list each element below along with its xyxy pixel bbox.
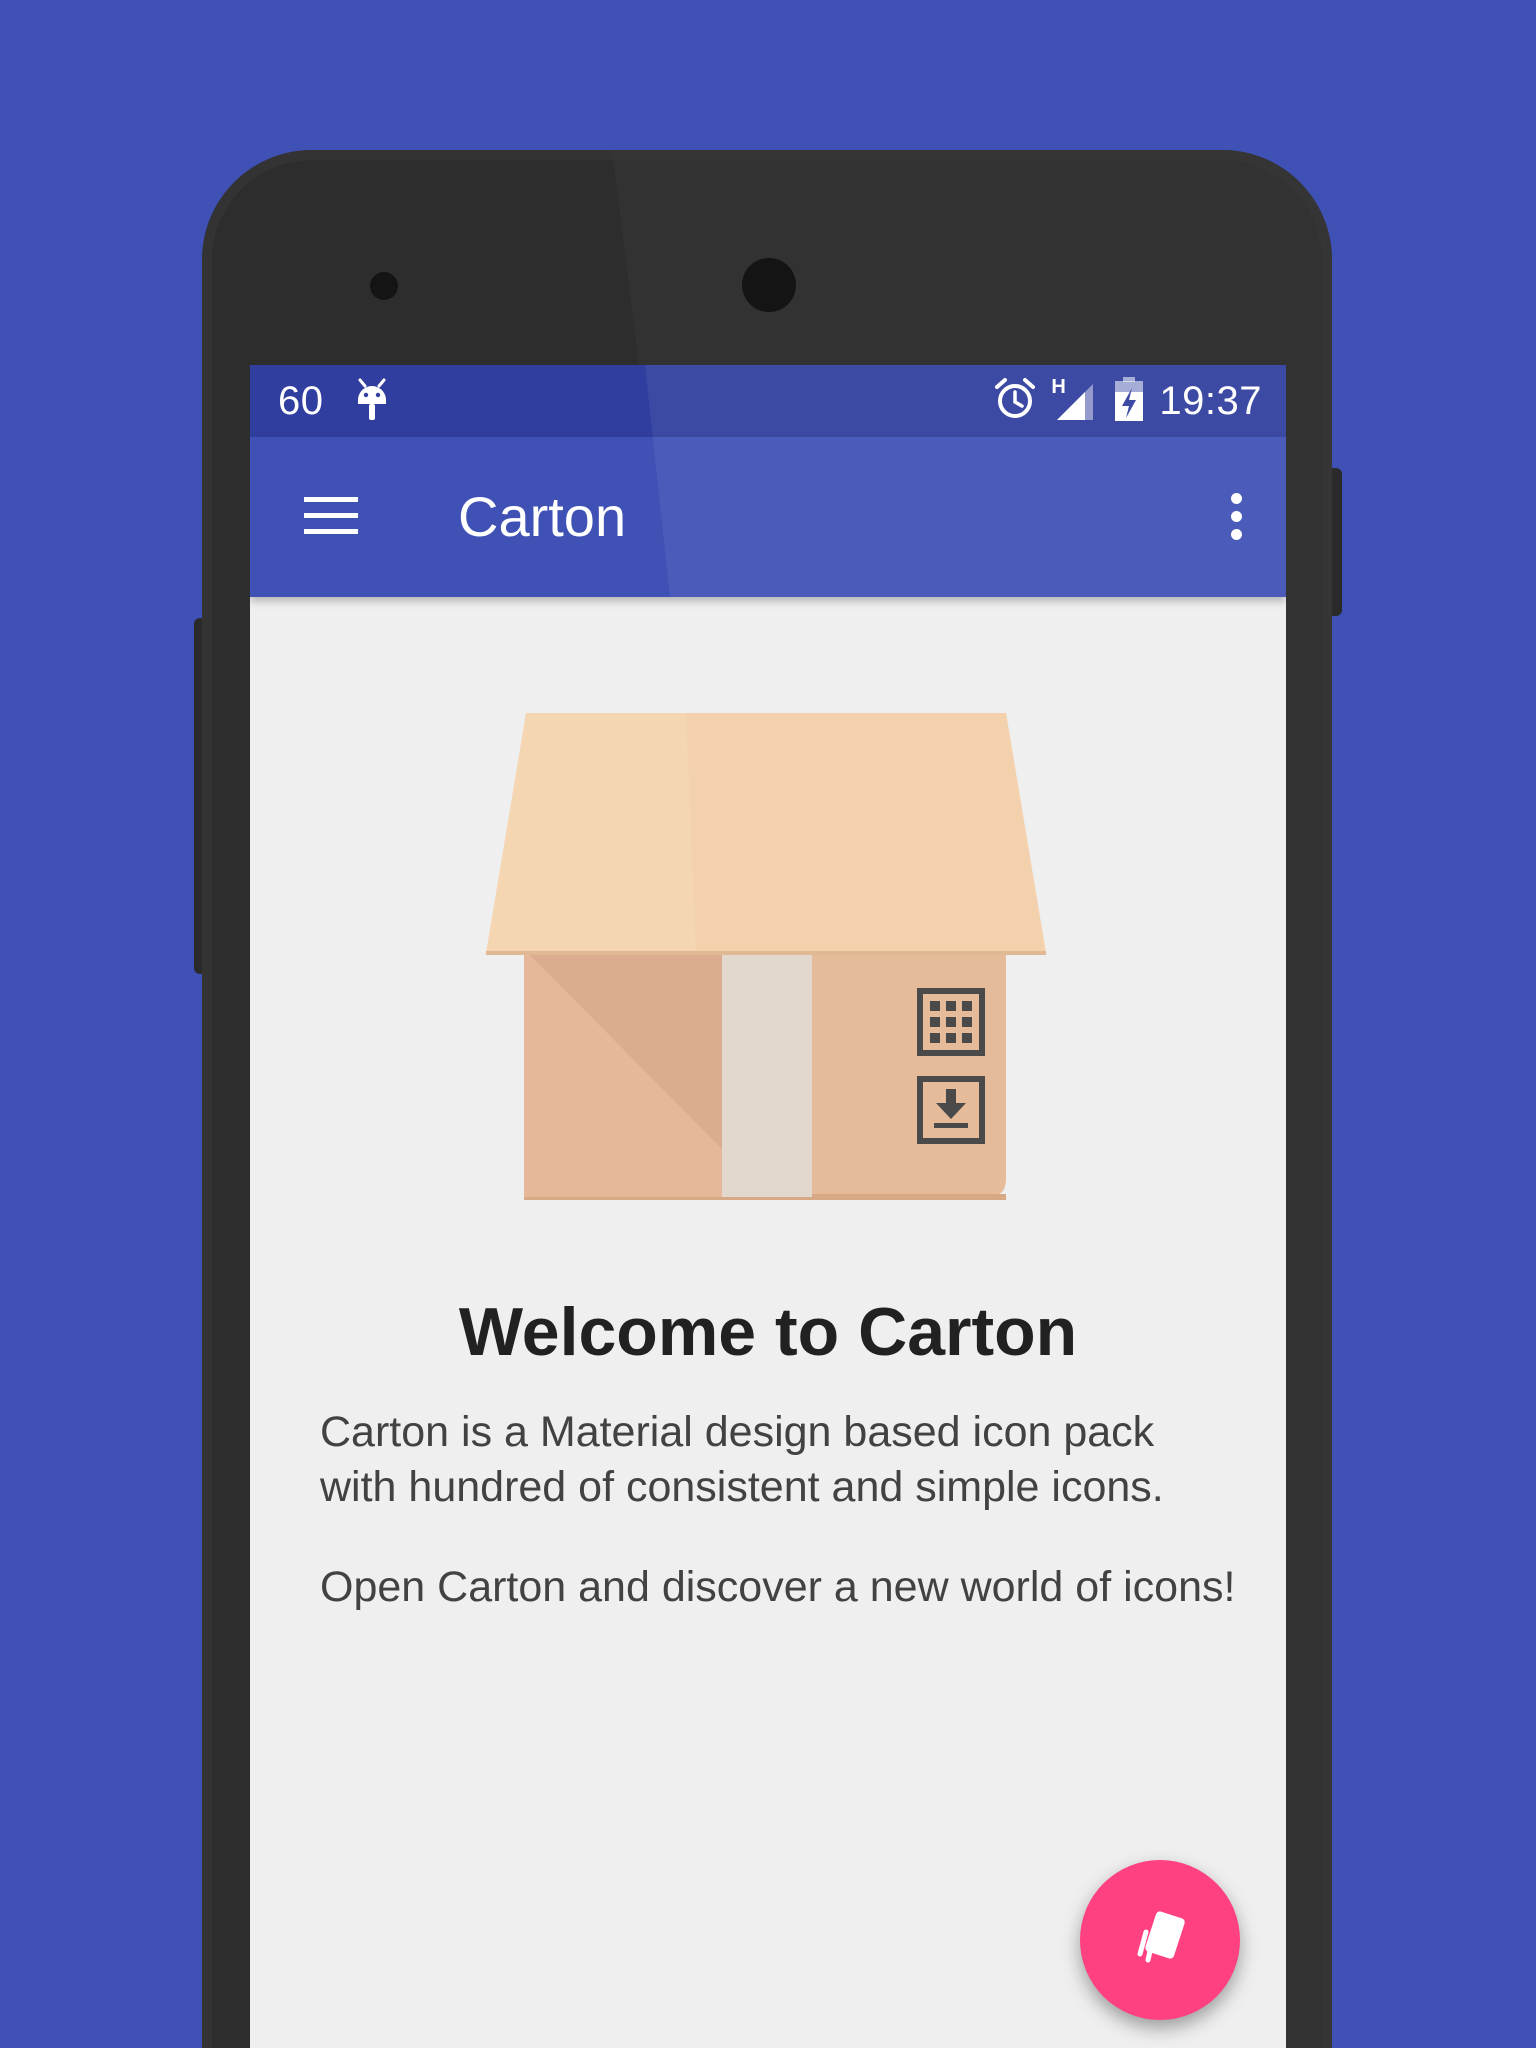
sensor-dot	[370, 272, 398, 300]
status-time: 19:37	[1159, 378, 1262, 423]
card-swatch-icon	[1128, 1906, 1192, 1975]
screen: 60 H 19:37 Carton Welcome to Carton Cart…	[250, 365, 1286, 2048]
more-vert-icon[interactable]	[1226, 489, 1246, 545]
battery-charging-icon	[1113, 376, 1145, 427]
android-debug-icon	[354, 376, 390, 427]
stage: 60 H 19:37 Carton Welcome to Carton Cart…	[0, 0, 1536, 2048]
app-bar: Carton	[250, 437, 1286, 597]
signal-h-icon: H	[1051, 376, 1099, 424]
status-bar: 60 H 19:37	[250, 365, 1286, 437]
description-paragraph-2: Open Carton and discover a new world of …	[320, 1563, 1236, 1611]
status-left-value: 60	[278, 378, 324, 423]
front-camera	[742, 258, 796, 312]
app-title: Carton	[458, 485, 627, 548]
welcome-title: Welcome to Carton	[458, 1294, 1078, 1370]
hamburger-menu-icon[interactable]	[302, 489, 358, 545]
description-paragraph-1: Carton is a Material design based icon p…	[320, 1408, 1164, 1511]
alarm-icon	[993, 377, 1037, 426]
floating-action-button[interactable]	[1080, 1860, 1240, 2020]
carton-box-icon	[486, 713, 1056, 1203]
